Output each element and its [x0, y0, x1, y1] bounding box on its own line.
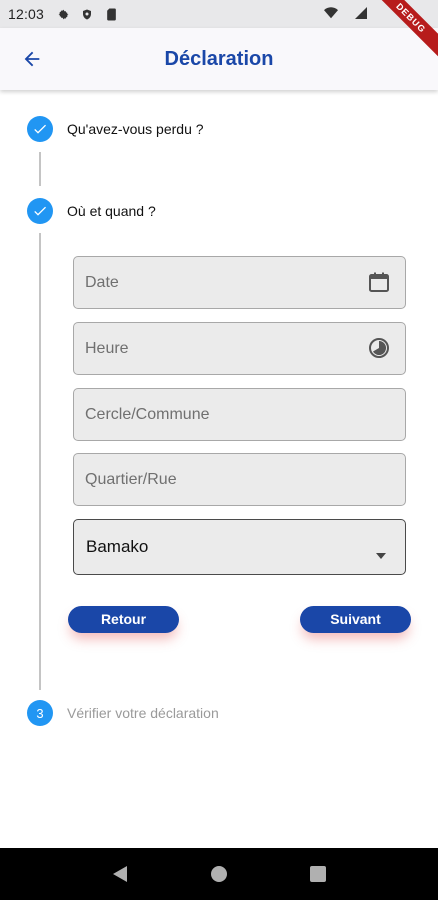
street-input[interactable]: [85, 470, 345, 489]
city-selected-value: Bamako: [86, 537, 149, 556]
shield-icon: [80, 7, 94, 21]
time-input[interactable]: [85, 339, 345, 358]
arrow-left-icon: [24, 51, 40, 67]
wifi-icon: [324, 6, 338, 20]
step-3-label: Vérifier votre déclaration: [67, 705, 219, 721]
nav-recents-button[interactable]: [306, 862, 330, 886]
step-2-label: Où et quand ?: [67, 203, 156, 219]
back-button[interactable]: [18, 45, 46, 73]
gear-icon: [56, 7, 70, 21]
date-field[interactable]: [73, 256, 406, 309]
date-input[interactable]: [85, 273, 345, 292]
step-2-circle: [27, 198, 53, 224]
step-connector: [39, 152, 41, 186]
city-dropdown[interactable]: Bamako: [73, 519, 406, 575]
step-3[interactable]: 3 Vérifier votre déclaration: [27, 700, 219, 726]
time-field[interactable]: [73, 322, 406, 375]
circle-home-icon: [210, 866, 227, 882]
back-step-button[interactable]: Retour: [68, 606, 179, 633]
street-field[interactable]: [73, 453, 406, 506]
calendar-icon[interactable]: [367, 270, 391, 294]
page-title: Déclaration: [164, 47, 274, 70]
step-1-circle: [27, 116, 53, 142]
commune-input[interactable]: [85, 405, 345, 424]
step-connector: [39, 233, 41, 690]
next-step-button[interactable]: Suivant: [300, 606, 411, 633]
status-bar: 12:03: [0, 0, 438, 28]
triangle-back-icon: [112, 866, 127, 882]
nav-back-button[interactable]: [108, 862, 132, 886]
app-bar: Déclaration: [0, 28, 438, 90]
status-time: 12:03: [8, 6, 45, 22]
clock-icon[interactable]: [367, 336, 391, 360]
check-icon: [34, 206, 46, 216]
dropdown-caret-icon: [375, 545, 387, 565]
step-1-label: Qu'avez-vous perdu ?: [67, 121, 204, 137]
commune-field[interactable]: [73, 388, 406, 441]
step-3-circle: 3: [27, 700, 53, 726]
nav-home-button[interactable]: [207, 862, 231, 886]
square-recents-icon: [310, 866, 327, 882]
step-1[interactable]: Qu'avez-vous perdu ?: [27, 116, 204, 142]
check-icon: [34, 124, 46, 134]
sim-card-icon: [104, 7, 118, 21]
step-2[interactable]: Où et quand ?: [27, 198, 156, 224]
signal-icon: [354, 6, 368, 20]
system-nav-bar: [0, 848, 438, 900]
